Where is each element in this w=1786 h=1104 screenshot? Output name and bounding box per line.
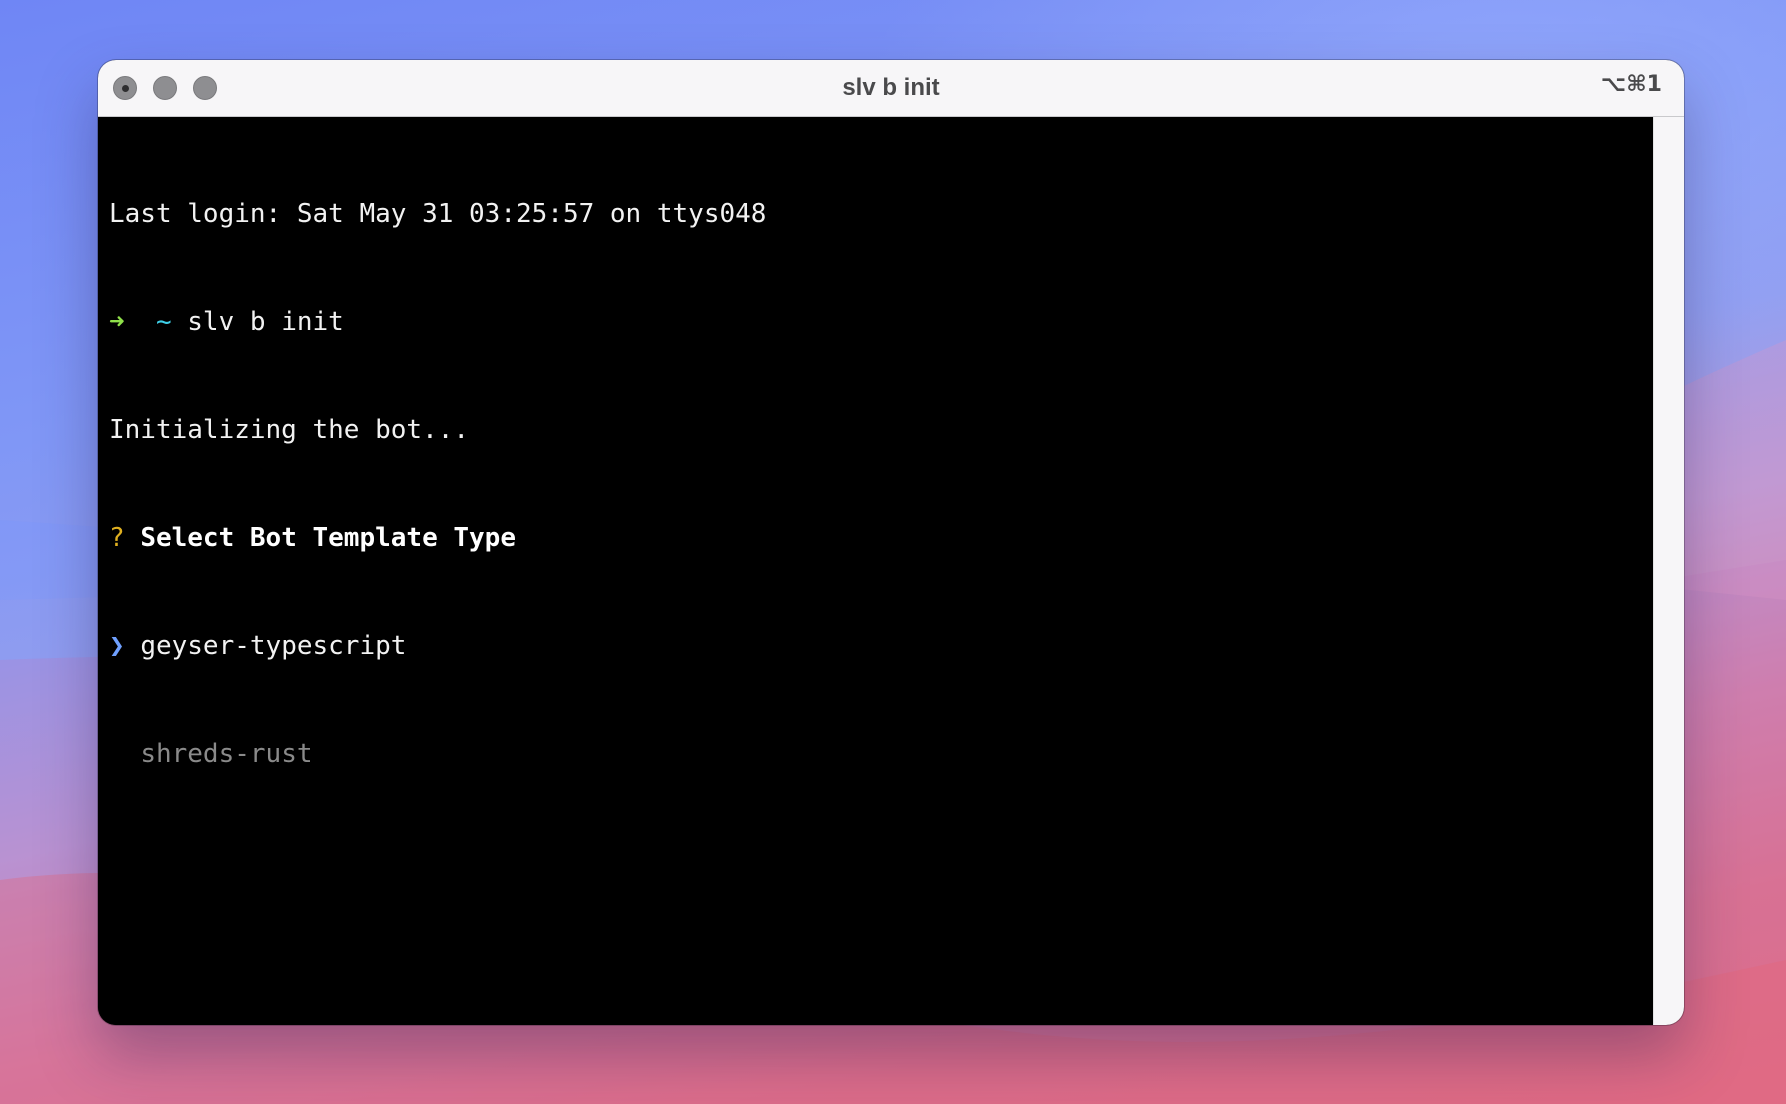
- question-mark-icon: ?: [109, 523, 125, 553]
- option-label[interactable]: geyser-typescript: [140, 631, 406, 661]
- terminal-output[interactable]: Last login: Sat May 31 03:25:57 on ttys0…: [98, 117, 1653, 1025]
- selection-pointer-icon: ❯: [109, 631, 125, 661]
- tab-shortcut-label: ⌥⌘1: [1600, 72, 1662, 97]
- window-title: slv b init: [842, 74, 940, 101]
- option-unselected[interactable]: shreds-rust: [109, 736, 1653, 772]
- question-line: ? Select Bot Template Type: [109, 520, 1653, 556]
- scrollbar[interactable]: [1653, 117, 1684, 1025]
- option-label[interactable]: shreds-rust: [140, 739, 312, 769]
- question-text: Select Bot Template Type: [140, 523, 516, 553]
- option-selected[interactable]: ❯ geyser-typescript: [109, 628, 1653, 664]
- title-bar[interactable]: slv b init ⌥⌘1: [98, 60, 1684, 117]
- terminal-window: slv b init ⌥⌘1 Last login: Sat May 31 03…: [98, 60, 1684, 1025]
- command-text: slv b init: [187, 307, 344, 337]
- prompt-directory: ~: [155, 307, 172, 337]
- prompt-line: ➜ ~ slv b init: [109, 304, 1653, 340]
- last-login-line: Last login: Sat May 31 03:25:57 on ttys0…: [109, 199, 767, 229]
- status-line: Initializing the bot...: [109, 415, 470, 445]
- prompt-arrow-icon: ➜: [109, 307, 125, 337]
